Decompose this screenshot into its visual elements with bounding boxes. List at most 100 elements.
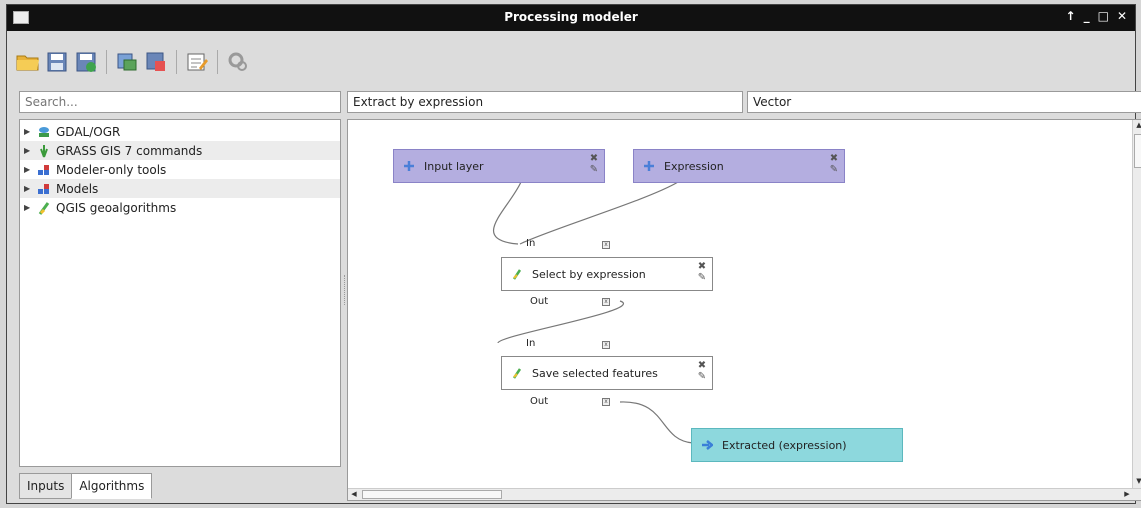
keep-above-button[interactable]: ↑ [1066,9,1076,23]
horizontal-scrollbar[interactable]: ◀ ▶ [348,488,1141,500]
expand-arrow-icon[interactable]: ▶ [24,146,34,155]
panel-tabs: Inputs Algorithms [19,473,153,499]
edit-icon[interactable]: ✎ [698,371,706,382]
save-as-icon [76,52,96,72]
tab-algorithms[interactable]: Algorithms [71,473,153,499]
run-model-button[interactable] [225,49,251,75]
tree-item-qgis[interactable]: ▶ QGIS geoalgorithms [20,198,340,217]
tab-inputs[interactable]: Inputs [19,473,73,499]
toolbar-separator [106,50,107,74]
maximize-button[interactable]: □ [1098,9,1109,23]
toolbar-separator [217,50,218,74]
scroll-down-icon[interactable]: ▼ [1134,477,1141,487]
port-toggle-icon[interactable]: x [602,298,610,306]
tree-item-label: GDAL/OGR [56,124,121,139]
port-out-label: Out [530,296,549,307]
grass-icon [36,144,52,158]
models-icon [36,182,52,196]
save-icon [47,52,67,72]
node-label: Expression [664,159,724,173]
input-node-expression[interactable]: Expression ✖ ✎ [633,149,845,183]
tree-item-grass[interactable]: ▶ GRASS GIS 7 commands [20,141,340,160]
expand-arrow-icon[interactable]: ▶ [24,184,34,193]
save-as-button[interactable] [73,49,99,75]
close-button[interactable]: ✕ [1117,9,1127,23]
algorithms-panel: ▶ GDAL/OGR ▶ GRASS GIS 7 commands ▶ Mode… [19,91,341,501]
model-group-field[interactable]: Vector [747,91,1141,113]
node-label: Extracted (expression) [722,438,847,452]
input-node-input-layer[interactable]: Input layer ✖ ✎ [393,149,605,183]
node-label: Save selected features [532,366,658,380]
tree-item-modeler-only[interactable]: ▶ Modeler-only tools [20,160,340,179]
tree-item-gdal[interactable]: ▶ GDAL/OGR [20,122,340,141]
delete-icon[interactable]: ✖ [698,360,706,371]
edit-help-button[interactable] [184,49,210,75]
export-python-icon [146,52,165,71]
expand-arrow-icon[interactable]: ▶ [24,203,34,212]
toolbar-separator [176,50,177,74]
plus-icon [642,159,656,173]
delete-icon[interactable]: ✖ [698,261,706,272]
node-actions: ✖ ✎ [588,153,600,175]
port-toggle-icon[interactable]: x [602,398,610,406]
save-button[interactable] [44,49,70,75]
expand-arrow-icon[interactable]: ▶ [24,165,34,174]
delete-icon[interactable]: ✖ [830,153,838,164]
edit-icon[interactable]: ✎ [830,164,838,175]
tree-item-label: GRASS GIS 7 commands [56,143,203,158]
qgis-icon [36,201,52,215]
qgis-icon [510,366,524,380]
algorithm-node-select-by-expression[interactable]: Select by expression ✖ ✎ [501,257,713,291]
tree-item-models[interactable]: ▶ Models [20,179,340,198]
node-label: Input layer [424,159,484,173]
search-input[interactable] [19,91,341,113]
open-icon [16,55,39,71]
node-actions: ✖ ✎ [696,261,708,283]
algorithm-tree: ▶ GDAL/OGR ▶ GRASS GIS 7 commands ▶ Mode… [19,119,341,467]
port-toggle-icon[interactable]: x [602,241,610,249]
port-toggle-icon[interactable]: x [602,341,610,349]
algorithm-node-save-selected-features[interactable]: Save selected features ✖ ✎ [501,356,713,390]
export-image-button[interactable] [114,49,140,75]
window-title: Processing modeler [504,10,638,24]
tree-item-label: Modeler-only tools [56,162,167,177]
model-canvas[interactable]: Input layer ✖ ✎ Expression ✖ ✎ In x Select… [347,119,1141,501]
window-controls: ↑ _ □ ✕ [1066,9,1127,23]
splitter-handle[interactable] [344,275,346,305]
scroll-left-icon[interactable]: ◀ [349,490,359,500]
node-actions: ✖ ✎ [696,360,708,382]
toolbar [15,41,251,83]
open-model-button[interactable] [15,49,41,75]
edit-icon[interactable]: ✎ [698,272,706,283]
export-image-icon [117,53,137,71]
run-model-icon [228,52,247,71]
model-panel: Extract by expression Vector Input layer… [347,91,1141,503]
tree-item-label: QGIS geoalgorithms [56,200,177,215]
edit-help-icon [187,53,208,71]
scroll-up-icon[interactable]: ▲ [1134,121,1141,131]
qgis-icon [510,267,524,281]
node-actions: ✖ ✎ [828,153,840,175]
tree-item-label: Models [56,181,99,196]
model-name-field[interactable]: Extract by expression [347,91,743,113]
delete-icon[interactable]: ✖ [590,153,598,164]
port-in-label: In [526,338,536,349]
port-out-label: Out [530,396,549,407]
arrow-right-icon [700,438,714,452]
node-label: Select by expression [532,267,646,281]
title-bar: Processing modeler ↑ _ □ ✕ [7,5,1135,31]
port-in-label: In [526,238,536,249]
output-node-extracted[interactable]: Extracted (expression) [691,428,903,462]
expand-arrow-icon[interactable]: ▶ [24,127,34,136]
minimize-button[interactable]: _ [1084,9,1090,23]
processing-modeler-window: Processing modeler ↑ _ □ ✕ Search... ▶ G… [6,4,1141,504]
scroll-thumb[interactable] [362,490,502,499]
modeler-icon [36,163,52,177]
gdal-icon [36,125,52,139]
edit-icon[interactable]: ✎ [590,164,598,175]
export-python-button[interactable] [143,49,169,75]
plus-icon [402,159,416,173]
scroll-thumb[interactable] [1134,134,1141,168]
vertical-scrollbar[interactable]: ▲ ▼ [1132,120,1141,488]
scroll-right-icon[interactable]: ▶ [1122,490,1132,500]
